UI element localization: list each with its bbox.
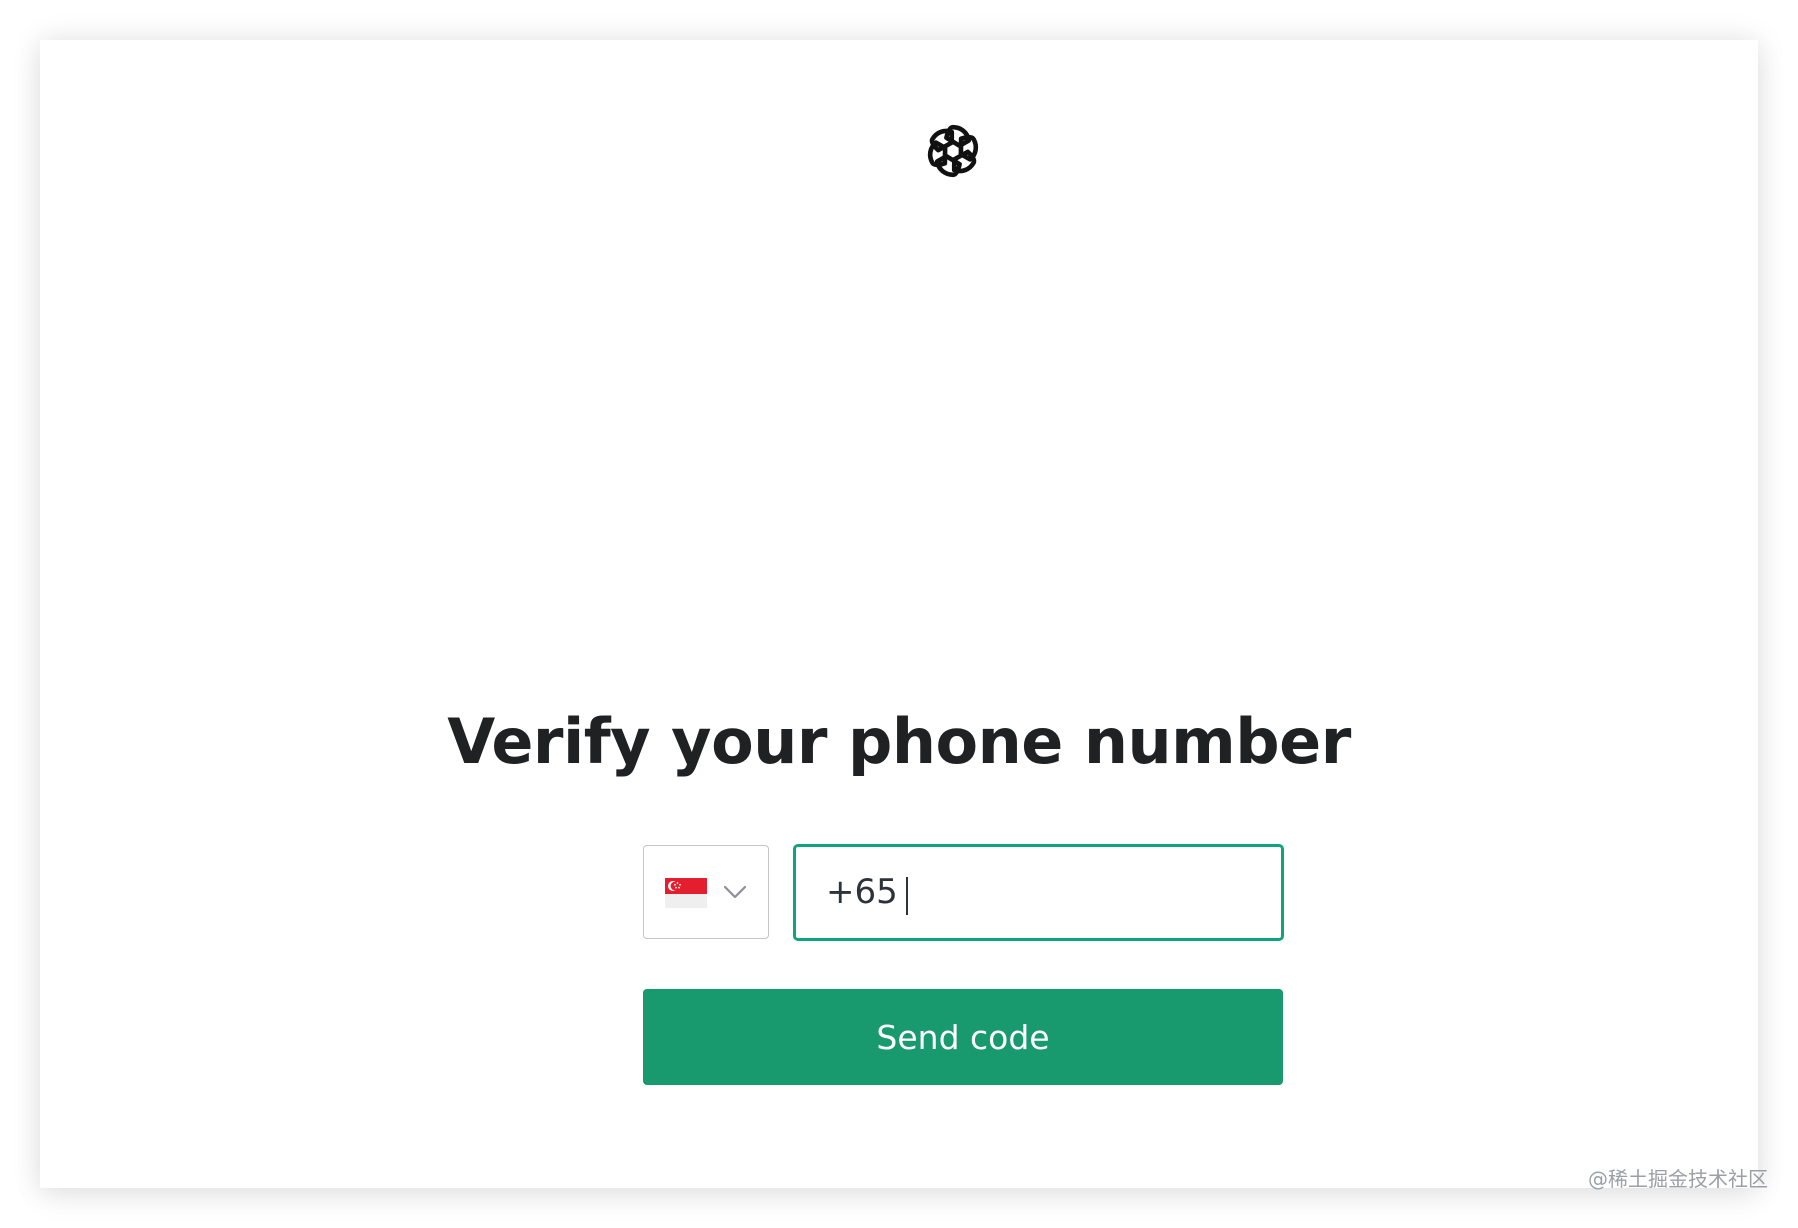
singapore-flag-icon: [665, 878, 707, 908]
page: Verify your phone number +65 Send code @…: [0, 0, 1798, 1228]
watermark: @稀土掘金技术社区: [1588, 1167, 1768, 1191]
verify-card: Verify your phone number +65 Send code: [40, 40, 1758, 1188]
page-title: Verify your phone number: [447, 705, 1351, 778]
text-caret: [906, 877, 908, 915]
country-code-select[interactable]: [643, 845, 769, 939]
phone-number-field[interactable]: [793, 844, 1284, 941]
phone-number-input[interactable]: [826, 847, 1246, 938]
send-code-button[interactable]: Send code: [643, 989, 1283, 1085]
openai-logo-icon: [920, 118, 986, 184]
chevron-down-icon: [722, 882, 748, 902]
